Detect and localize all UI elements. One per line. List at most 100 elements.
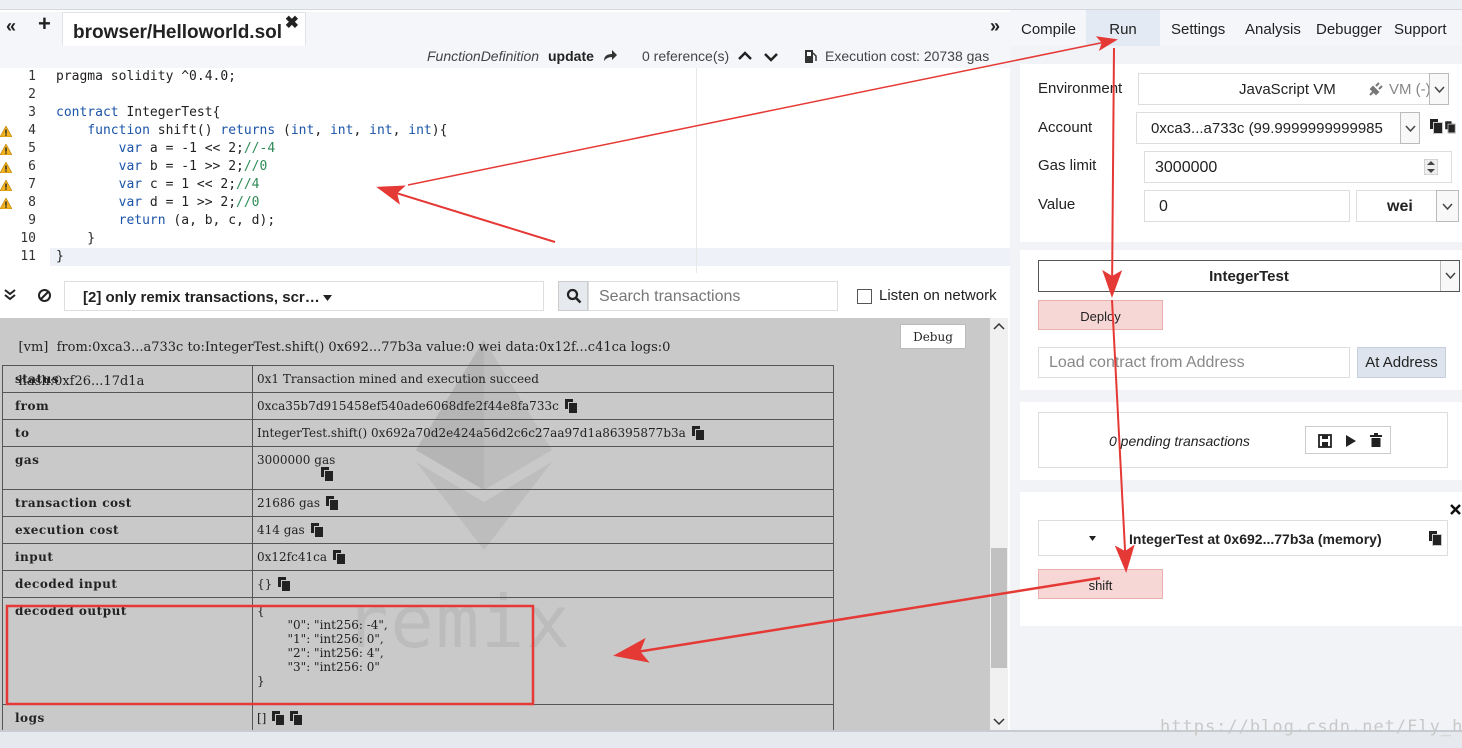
tx-row-value: 414 gas	[252, 516, 834, 544]
load-address-input[interactable]: Load contract from Address	[1038, 347, 1350, 378]
account-select[interactable]: 0xca3...a733c (99.9999999999985	[1136, 112, 1420, 144]
deploy-card: IntegerTest Deploy Load contract from Ad…	[1020, 250, 1462, 390]
play-icon[interactable]	[1345, 434, 1357, 448]
caret-down-icon[interactable]	[1089, 536, 1096, 541]
close-icon[interactable]	[1450, 504, 1461, 515]
shift-function-button[interactable]: shift	[1038, 569, 1163, 599]
trash-icon[interactable]	[1370, 433, 1382, 448]
code-line[interactable]: var d = 1 >> 2;//0	[56, 194, 260, 212]
code-editor[interactable]: 1 pragma solidity ^0.4.0; 2 3 contract Integ…	[0, 68, 1010, 273]
terminal-scrollbar[interactable]	[990, 318, 1008, 730]
tx-row: gas 3000000 gas	[2, 446, 834, 490]
close-tab-icon[interactable]: ✖	[285, 13, 299, 33]
at-address-button[interactable]: At Address	[1357, 347, 1446, 378]
debug-button[interactable]: Debug	[900, 324, 966, 349]
search-transactions-input[interactable]: Search transactions	[588, 281, 838, 311]
function-definition-bar: FunctionDefinition update 0 reference(s)…	[0, 46, 1010, 68]
chevron-down-icon	[1434, 86, 1445, 93]
chevron-down-icon	[1445, 272, 1456, 279]
terminal-scroll-thumb[interactable]	[991, 548, 1007, 668]
listen-on-network-checkbox[interactable]	[857, 289, 872, 304]
environment-label: Environment	[1038, 80, 1123, 97]
tab-support[interactable]: Support	[1394, 21, 1447, 38]
window-title-strip	[0, 0, 1462, 10]
copy-icon[interactable]	[332, 550, 346, 565]
file-tab[interactable]: browser/Helloworld.sol ✖	[62, 12, 306, 46]
gas-limit-input[interactable]: 3000000	[1144, 151, 1452, 183]
contract-select[interactable]: IntegerTest	[1038, 260, 1460, 292]
tx-row-key: status	[2, 365, 253, 393]
code-line[interactable]: }	[56, 248, 64, 266]
tx-row: execution cost 414 gas	[2, 516, 834, 544]
copy-icon[interactable]	[564, 399, 578, 414]
tab-analysis[interactable]: Analysis	[1245, 21, 1301, 38]
tab-compile[interactable]: Compile	[1021, 21, 1076, 38]
account-dropdown[interactable]	[1400, 112, 1420, 144]
contract-dropdown[interactable]	[1440, 261, 1459, 291]
environment-dropdown[interactable]	[1429, 73, 1449, 105]
unit-dropdown[interactable]	[1436, 190, 1459, 222]
search-button[interactable]	[558, 281, 588, 311]
expand-right-icon[interactable]: »	[990, 16, 1000, 36]
warning-icon[interactable]	[0, 198, 12, 209]
code-line[interactable]: function shift() returns (int, int, int,…	[56, 122, 447, 140]
next-reference-icon[interactable]	[764, 52, 778, 62]
code-line[interactable]: contract IntegerTest{	[56, 104, 220, 122]
fn-name: update	[548, 48, 594, 64]
copy-icon[interactable]	[325, 496, 339, 511]
tx-row: decoded output{ "0": "int256: -4", "1": …	[2, 597, 834, 705]
prev-reference-icon[interactable]	[738, 51, 752, 61]
scroll-down-icon[interactable]	[993, 718, 1005, 726]
goto-definition-icon[interactable]	[602, 49, 618, 63]
copy-icon[interactable]	[691, 426, 705, 441]
collapse-terminal-icon[interactable]	[4, 289, 16, 301]
code-line[interactable]: var b = -1 >> 2;//0	[56, 158, 268, 176]
tab-run[interactable]: Run	[1086, 10, 1160, 46]
warning-icon[interactable]	[0, 180, 12, 191]
instance-title: IntegerTest at 0x692...77b3a (memory)	[1129, 531, 1382, 547]
tx-row-key: decoded output	[2, 597, 253, 705]
copy-address-icon[interactable]	[1429, 531, 1442, 546]
line-number: 1	[28, 69, 36, 84]
copy-account-icon[interactable]	[1430, 119, 1443, 134]
fn-kind: FunctionDefinition	[427, 48, 540, 64]
add-file-icon[interactable]: +	[38, 13, 51, 35]
value-label: Value	[1038, 196, 1076, 213]
code-line[interactable]: var c = 1 << 2;//4	[56, 176, 260, 194]
tx-row-key: transaction cost	[2, 489, 253, 517]
pending-card: 0 pending transactions	[1020, 402, 1462, 480]
scroll-up-icon[interactable]	[993, 322, 1005, 330]
warning-icon[interactable]	[0, 126, 12, 137]
collapse-left-icon[interactable]: «	[6, 16, 16, 36]
copy-icon[interactable]	[290, 711, 304, 726]
tx-row-key: from	[2, 392, 253, 420]
code-line[interactable]: }	[56, 230, 95, 248]
save-icon[interactable]	[1318, 434, 1332, 448]
warning-icon[interactable]	[0, 144, 12, 155]
tx-row-value: []	[252, 704, 834, 730]
copy-icon[interactable]	[321, 467, 334, 482]
clear-console-icon[interactable]	[37, 288, 52, 303]
tab-settings[interactable]: Settings	[1171, 21, 1225, 38]
copy-icon[interactable]	[272, 711, 286, 726]
tx-row-key: to	[2, 419, 253, 447]
line-number: 10	[20, 231, 36, 246]
code-line[interactable]: var a = -1 << 2;//-4	[56, 140, 276, 158]
environment-select[interactable]: JavaScript VM VM (-)	[1138, 73, 1448, 105]
transaction-details-table: status 0x1 Transaction mined and executio…	[2, 365, 834, 730]
code-line[interactable]: pragma solidity ^0.4.0;	[56, 68, 236, 86]
value-input[interactable]: 0	[1144, 190, 1350, 222]
warning-icon[interactable]	[0, 162, 12, 173]
spinner-icon[interactable]	[1424, 159, 1438, 175]
plug-icon	[1369, 82, 1383, 96]
code-line[interactable]: return (a, b, c, d);	[56, 212, 276, 230]
copy-icon[interactable]	[278, 577, 292, 592]
instance-header[interactable]: IntegerTest at 0x692...77b3a (memory)	[1038, 520, 1448, 556]
tab-debugger[interactable]: Debugger	[1316, 21, 1382, 38]
execution-cost: Execution cost: 20738 gas	[825, 48, 990, 64]
transaction-filter-select[interactable]: [2] only remix transactions, scr…	[64, 281, 544, 311]
deploy-button[interactable]: Deploy	[1038, 300, 1163, 330]
add-account-icon[interactable]	[1445, 121, 1456, 134]
tx-row-value: 0xca35b7d915458ef540ade6068dfe2f44e8fa73…	[252, 392, 834, 420]
copy-icon[interactable]	[310, 523, 324, 538]
